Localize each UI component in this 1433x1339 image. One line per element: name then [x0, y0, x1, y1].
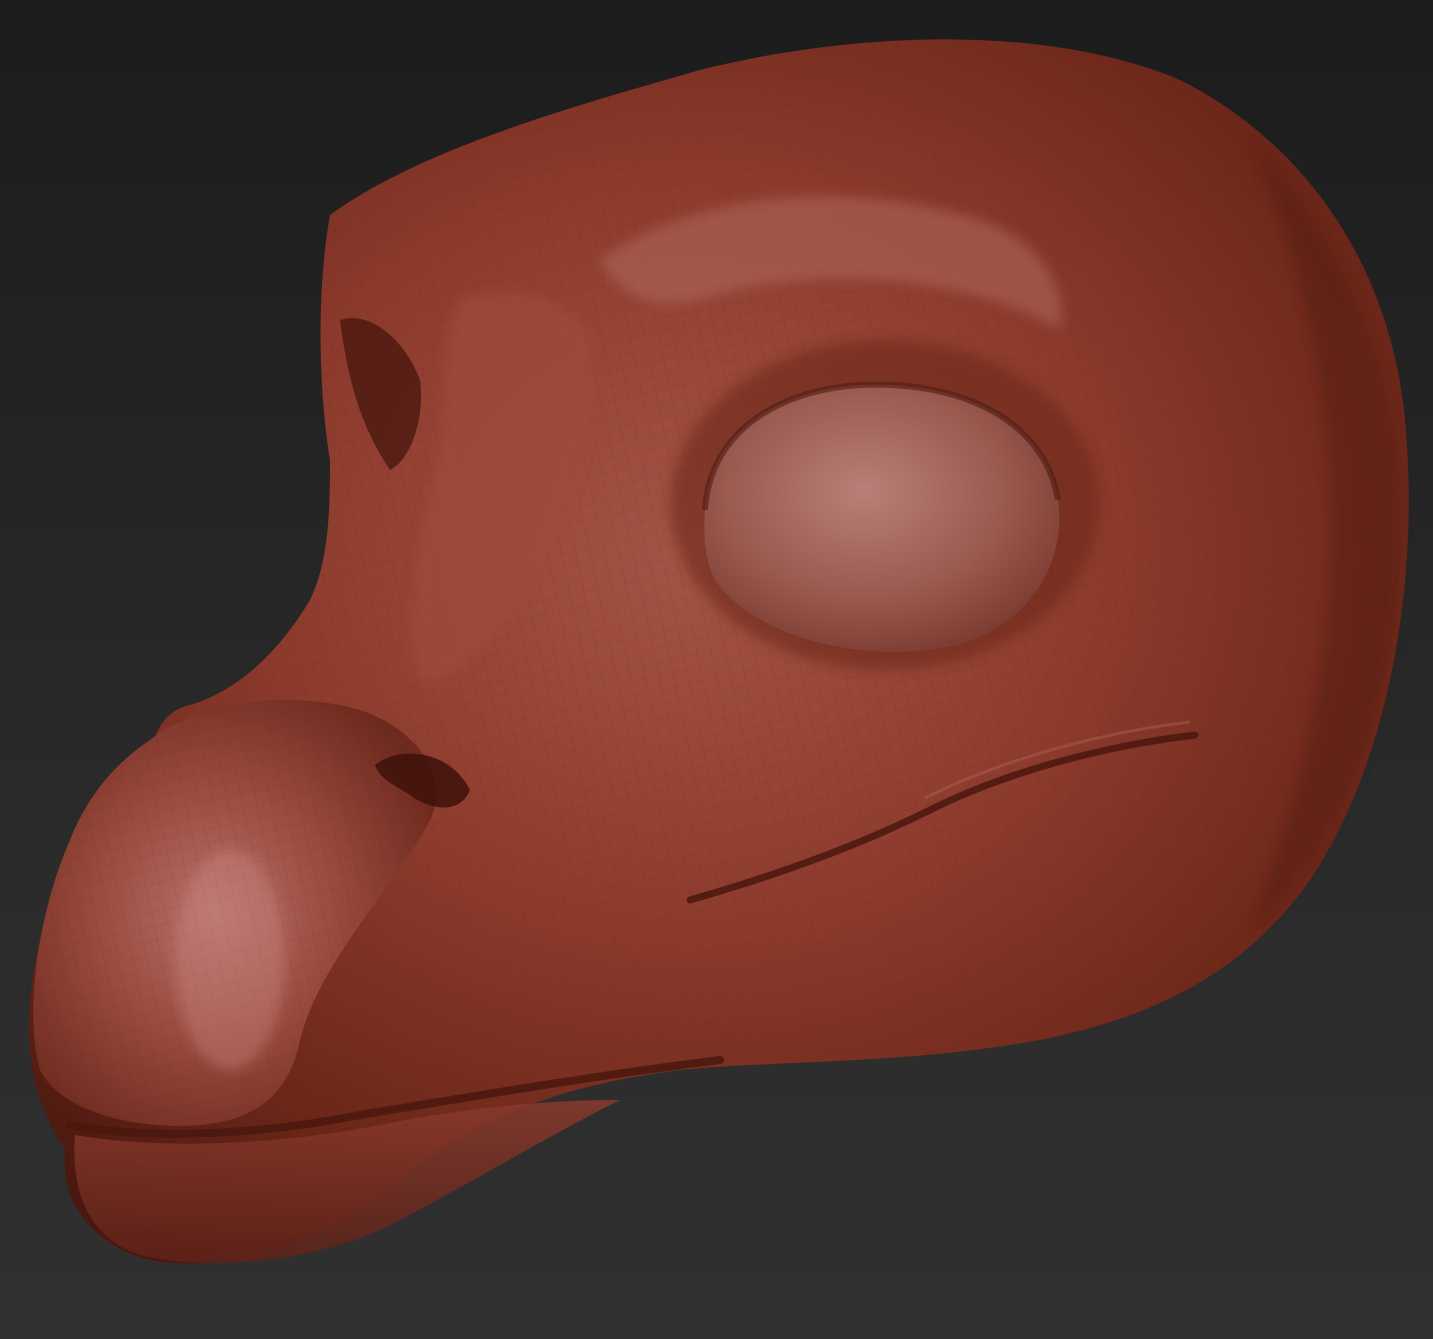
sculpted-head-render	[29, 39, 1409, 1264]
sculpt-viewport[interactable]	[0, 0, 1433, 1339]
snout-highlight	[175, 850, 285, 1070]
eye	[704, 384, 1060, 652]
